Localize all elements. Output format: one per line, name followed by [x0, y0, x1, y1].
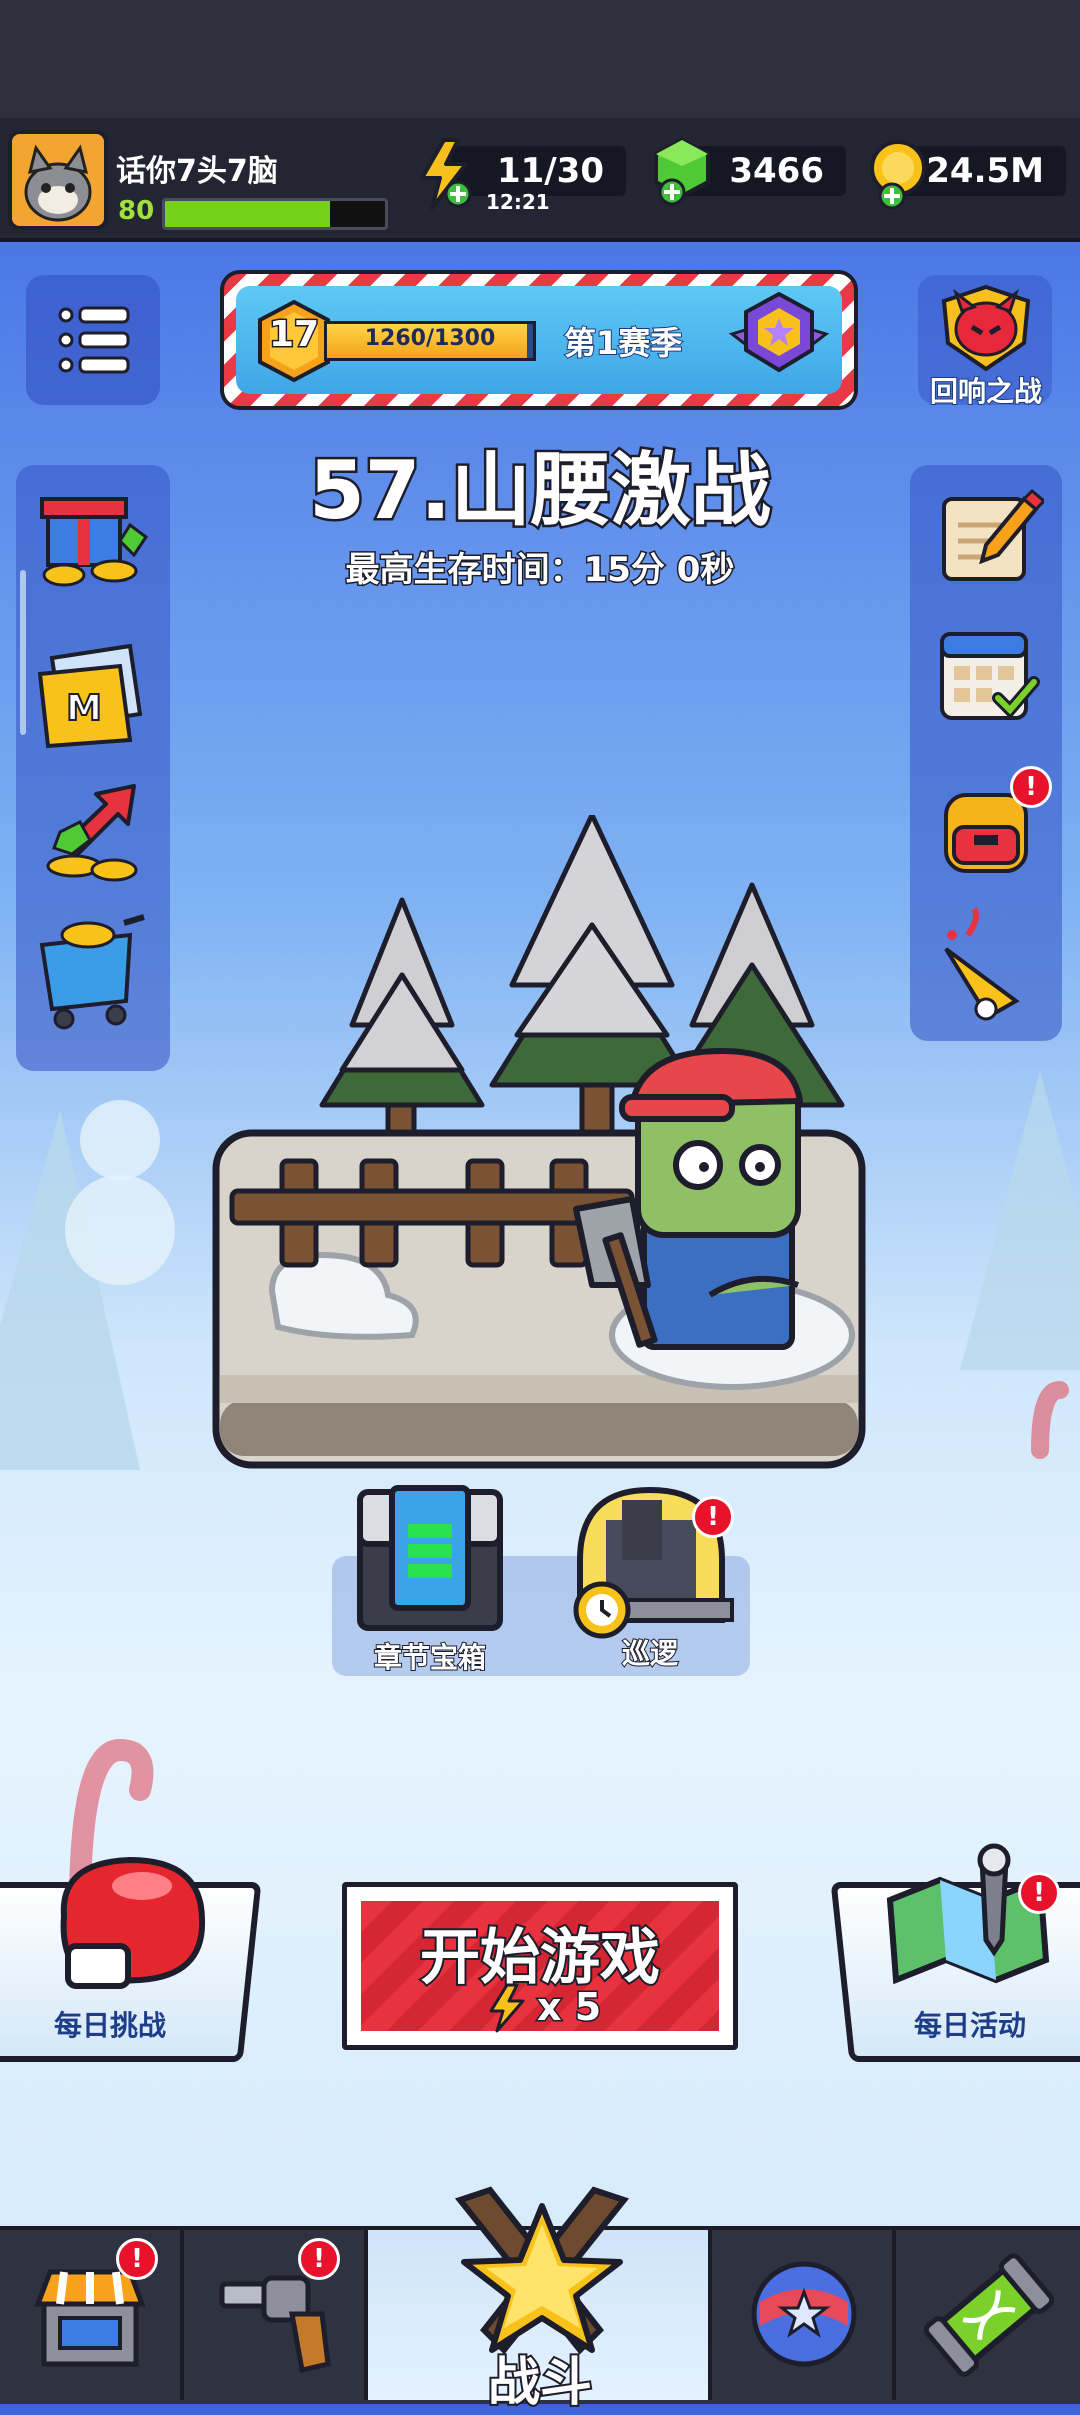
energy-timer: 12:21 — [486, 190, 550, 214]
gift-rewards-icon[interactable] — [34, 485, 154, 595]
season-progress-text: 1260/1300 — [364, 326, 496, 351]
left-panel-scrollbar[interactable] — [20, 570, 26, 735]
dna-capsule-icon — [924, 2253, 1054, 2377]
stage-title: 57.山腰激战 — [307, 442, 774, 540]
nav-tab-talents[interactable] — [712, 2230, 896, 2400]
battle-star-icon[interactable] — [430, 2180, 654, 2380]
top-resource-bar: 话你7头7脑 80 11/30 12:21 3466 24.5M — [0, 118, 1080, 242]
nav-tab-equipment[interactable]: ! — [184, 2230, 368, 2400]
player-name: 话你7头7脑 — [116, 154, 278, 189]
season-label: 第1赛季 — [563, 323, 683, 363]
daily-challenge-label: 每日挑战 — [53, 2009, 166, 2042]
patrol-label: 巡逻 — [621, 1636, 679, 1671]
equipment-alert-badge: ! — [298, 2238, 340, 2280]
coin-value: 24.5M — [926, 151, 1044, 191]
backpack-alert-badge: ! — [1010, 766, 1052, 808]
lightning-icon[interactable] — [414, 138, 478, 214]
gold-coin-icon[interactable] — [866, 138, 932, 212]
menu-button[interactable] — [26, 275, 160, 405]
candy-cane-right — [1031, 1381, 1069, 1459]
player-avatar[interactable] — [8, 130, 108, 230]
list-menu-icon — [58, 306, 130, 374]
shopping-cart-icon[interactable] — [34, 905, 154, 1035]
purple-rank-badge-icon — [728, 291, 830, 373]
growth-fund-icon[interactable] — [34, 770, 154, 890]
svg-text:M: M — [66, 688, 102, 729]
nav-tab-evolution[interactable] — [896, 2230, 1080, 2400]
start-game-button[interactable]: 开始游戏 x 5 — [342, 1882, 738, 2050]
start-game-label: 开始游戏 — [418, 1921, 662, 1995]
daily-events-alert-badge: ! — [1018, 1872, 1060, 1914]
xp-bar-fill — [165, 201, 330, 227]
season-banner[interactable]: 17 1260/1300 第1赛季 — [220, 270, 858, 410]
echo-battle-label: 回响之战 — [929, 374, 1043, 409]
nav-tab-shop[interactable]: ! — [0, 2230, 184, 2400]
patrol-alert-badge: ! — [692, 1496, 734, 1538]
green-gem-icon[interactable] — [652, 136, 718, 210]
monthly-card-icon[interactable]: M — [34, 640, 154, 750]
season-rank: 17 — [267, 313, 320, 357]
cat-avatar-icon — [12, 134, 104, 226]
quest-scroll-icon[interactable] — [928, 485, 1044, 595]
party-horn-icon[interactable] — [928, 905, 1044, 1035]
best-survival-time: 最高生存时间：15分 0秒 — [344, 549, 736, 592]
energy-cost-icon — [489, 1983, 525, 2033]
shop-alert-badge: ! — [116, 2238, 158, 2280]
chapter-chest-label: 章节宝箱 — [373, 1640, 487, 1675]
start-game-cost: x 5 — [535, 1984, 602, 2031]
calendar-checkin-icon[interactable] — [928, 620, 1044, 730]
chapter-chest-icon[interactable] — [352, 1484, 508, 1634]
event-map-icon[interactable] — [880, 1840, 1060, 2000]
xp-bar — [162, 198, 388, 230]
status-strip — [0, 0, 1080, 118]
gem-value: 3466 — [729, 151, 824, 191]
star-orb-icon — [751, 2261, 857, 2367]
red-demon-shield-icon — [941, 284, 1031, 372]
daily-events-label: 每日活动 — [913, 2009, 1026, 2042]
boxing-glove-icon[interactable] — [44, 1846, 214, 1996]
player-level: 80 — [118, 196, 155, 226]
stage-scene-preview[interactable] — [212, 815, 870, 1475]
energy-value: 11/30 — [496, 151, 604, 191]
